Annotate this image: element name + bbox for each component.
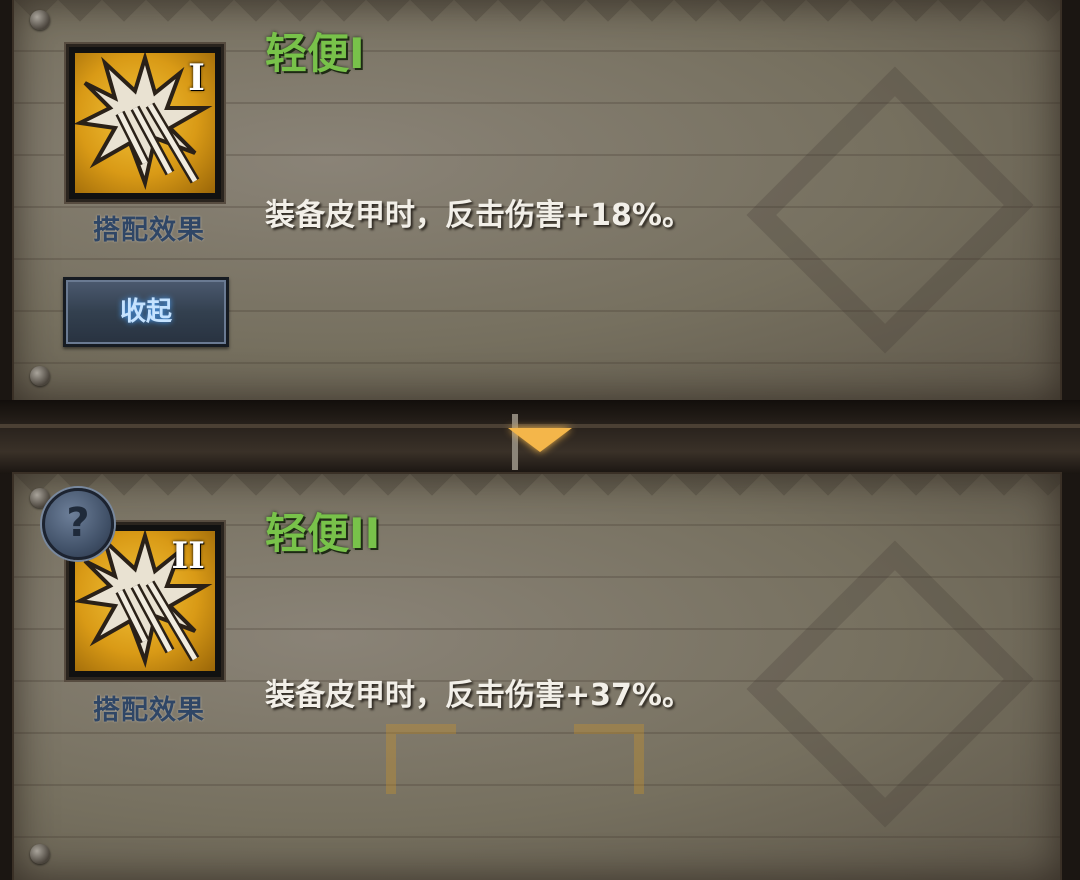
rivet-icon [30,366,50,386]
set-icon-1: I [66,44,224,202]
collapse-button[interactable]: 收起 [63,277,229,347]
icon-caption: 搭配效果 [93,695,205,726]
decorative-corner [386,724,456,794]
background-emblem [746,540,1034,828]
set-title-1: 轻便I [265,29,365,78]
icon-caption: 搭配效果 [93,215,205,246]
panel-divider [0,400,1080,474]
set-title-2: 轻便II [265,509,381,558]
panel-border-pattern [14,474,1060,518]
tier-label: II [171,535,205,577]
set-description-1: 装备皮甲时，反击伤害+18%。 [265,198,692,233]
question-icon[interactable]: ? [42,488,114,560]
rivet-icon [30,10,50,30]
burst-claw-icon: I [75,53,215,193]
tier-label: I [188,57,205,99]
decorative-corner [574,724,644,794]
set-description-2: 装备皮甲时，反击伤害+37%。 [265,678,692,713]
down-arrow-icon[interactable] [508,428,572,452]
panel-border-pattern [14,0,1060,44]
rivet-icon [30,844,50,864]
background-emblem [746,66,1034,354]
